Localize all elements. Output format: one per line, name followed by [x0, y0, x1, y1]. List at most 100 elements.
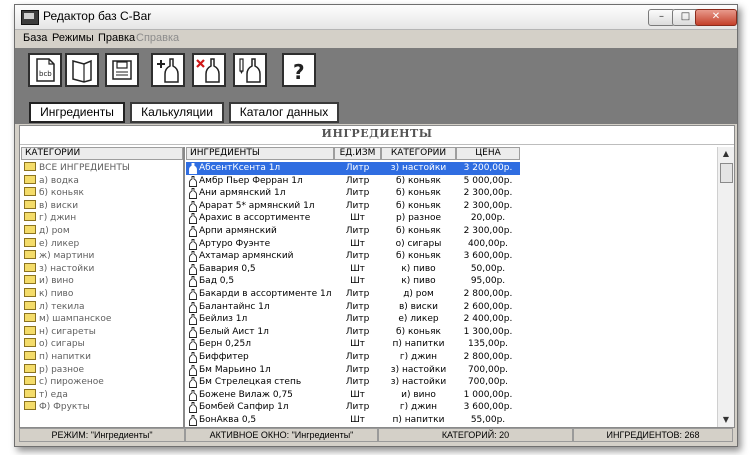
- col-header-category[interactable]: КАТЕГОРИИ: [381, 147, 456, 160]
- category-item[interactable]: ж) мартини: [24, 250, 94, 263]
- table-row[interactable]: Ани армянский 1л Литр б) коньяк 2 300,00р.: [186, 187, 520, 200]
- table-row[interactable]: БонАква 0,5 Шт п) напитки 55,00р.: [186, 414, 520, 427]
- folder-icon: [24, 325, 36, 335]
- open-bcb-button[interactable]: bcb: [28, 53, 62, 87]
- category-item[interactable]: е) ликер: [24, 237, 79, 251]
- table-row[interactable]: Арахис в ассортименте Шт р) разное 20,00р.: [186, 212, 520, 225]
- table-scrollbar[interactable]: ▲ ▼: [717, 147, 734, 427]
- bottle-icon: [189, 402, 197, 414]
- category-item[interactable]: д) ром: [24, 225, 70, 238]
- cell-category: в) виски: [398, 301, 439, 312]
- cell-unit: Шт: [350, 213, 365, 224]
- table-row[interactable]: Бм Марьино 1л Литр з) настойки 700,00р.: [186, 364, 520, 377]
- col-header-price[interactable]: ЦЕНА: [456, 147, 520, 160]
- table-row[interactable]: Боженe Вилаж 0,75 Шт и) вино 1 000,00р.: [186, 389, 520, 402]
- svg-text:?: ?: [293, 60, 305, 84]
- category-item[interactable]: з) настойки: [24, 262, 94, 276]
- cell-unit: Литр: [345, 364, 370, 375]
- menu-help[interactable]: Справка: [136, 32, 179, 44]
- table-row[interactable]: Бм Стрелецкая степь Литр з) настойки 700,00…: [186, 376, 520, 389]
- cell-price: 700,00р.: [467, 377, 509, 388]
- add-ingredient-button[interactable]: [151, 53, 185, 87]
- category-label: а) водка: [39, 175, 79, 186]
- bcb-file-icon: bcb: [36, 58, 55, 82]
- category-item[interactable]: т) еда: [24, 388, 68, 402]
- category-item[interactable]: Ф) Фрукты: [24, 401, 90, 414]
- cell-unit: Литр: [345, 314, 370, 325]
- close-button[interactable]: ✕: [695, 9, 737, 26]
- category-item[interactable]: п) напитки: [24, 351, 91, 364]
- cell-unit: Литр: [345, 377, 370, 388]
- scroll-down-icon[interactable]: ▼: [718, 413, 734, 427]
- delete-ingredient-button[interactable]: [192, 53, 226, 87]
- category-item[interactable]: в) виски: [24, 199, 78, 213]
- table-row[interactable]: Амбр Пьер Ферран 1л Литр б) коньяк 5 000,00…: [186, 175, 520, 188]
- folder-icon: [24, 262, 36, 272]
- edit-ingredient-button[interactable]: [233, 53, 267, 87]
- cell-ingredient: Ахтамар армянский: [199, 251, 294, 262]
- category-item[interactable]: б) коньяк: [24, 187, 84, 200]
- cell-category: о) сигары: [395, 238, 442, 249]
- category-item[interactable]: ВСЕ ИНГРЕДИЕНТЫ: [24, 162, 130, 175]
- section-title: ИНГРЕДИЕНТЫ: [321, 127, 433, 140]
- table-row[interactable]: Бад 0,5 Шт к) пиво 95,00р.: [186, 275, 520, 288]
- scroll-up-icon[interactable]: ▲: [718, 147, 734, 161]
- cell-unit: Литр: [345, 352, 370, 362]
- tab-data-catalog[interactable]: Каталог данных: [229, 102, 339, 123]
- menu-edit[interactable]: Правка: [98, 32, 135, 44]
- scroll-thumb[interactable]: [720, 163, 733, 183]
- category-item[interactable]: а) водка: [24, 174, 79, 188]
- cell-category: б) коньяк: [396, 200, 441, 211]
- category-item[interactable]: г) джин: [24, 212, 76, 225]
- table-row[interactable]: Бейлиз 1л Литр е) ликер 2 400,00р.: [186, 313, 520, 326]
- bottle-icon: [189, 389, 197, 401]
- open-book-button[interactable]: [65, 53, 99, 87]
- table-row[interactable]: Бакарди в ассортименте 1л Литр д) ром 2 800…: [186, 288, 520, 301]
- table-row[interactable]: Бавария 0,5 Шт к) пиво 50,00р.: [186, 263, 520, 276]
- category-item[interactable]: р) разное: [24, 363, 84, 377]
- save-button[interactable]: [105, 53, 139, 87]
- bottle-icon: [189, 175, 197, 187]
- table-row[interactable]: Белый Аист 1л Литр б) коньяк 1 300,00р.: [186, 326, 520, 339]
- tab-ingredients[interactable]: Ингредиенты: [29, 102, 125, 123]
- bottle-icon: [189, 314, 197, 326]
- category-label: т) еда: [39, 389, 68, 400]
- table-row[interactable]: Бомбей Сапфир 1л Литр г) джин 3 600,00р.: [186, 401, 520, 414]
- category-item[interactable]: л) текила: [24, 300, 84, 314]
- category-item[interactable]: и) вино: [24, 275, 74, 288]
- table-row[interactable]: Балантайнс 1л Литр в) виски 2 600,00р.: [186, 301, 520, 314]
- cell-category: б) коньяк: [396, 226, 441, 236]
- title-bar[interactable]: Редактор баз C-Bar – □ ✕: [15, 5, 737, 30]
- cell-price: 3 200,00р.: [463, 163, 513, 173]
- menu-modes[interactable]: Режимы: [52, 32, 94, 44]
- col-header-unit[interactable]: ЕД.ИЗМ: [334, 147, 381, 160]
- col-header-ingredients[interactable]: ИНГРЕДИЕНТЫ: [186, 147, 334, 160]
- category-label: ж) мартини: [39, 251, 95, 262]
- category-item[interactable]: к) пиво: [24, 288, 73, 301]
- category-item[interactable]: н) сигареты: [24, 325, 96, 339]
- category-label: м) шампанское: [39, 314, 112, 325]
- table-row[interactable]: Биффитер Литр г) джин 2 800,00р.: [186, 351, 520, 364]
- tab-calculations[interactable]: Калькуляции: [130, 102, 224, 123]
- help-button[interactable]: ?: [282, 53, 316, 87]
- pane-divider[interactable]: [183, 147, 185, 427]
- table-row[interactable]: Ахтамар армянский Литр б) коньяк 3 600,00р.: [186, 250, 520, 263]
- category-item[interactable]: о) сигары: [24, 338, 85, 351]
- edit-bottle-icon: [239, 58, 261, 83]
- delete-bottle-icon: [196, 58, 220, 83]
- category-item[interactable]: м) шампанское: [24, 313, 111, 326]
- menu-baza[interactable]: База: [23, 32, 47, 44]
- table-row[interactable]: Арпи армянский Литр б) коньяк 2 300,00р.: [186, 225, 520, 238]
- cell-unit: Литр: [345, 402, 370, 413]
- table-row[interactable]: Берн 0,25л Шт п) напитки 135,00р.: [186, 338, 520, 351]
- status-mode: РЕЖИМ: "Ингредиенты": [19, 428, 185, 442]
- category-item[interactable]: с) пироженое: [24, 376, 104, 389]
- category-label: ВСЕ ИНГРЕДИЕНТЫ: [39, 163, 130, 173]
- minimize-button[interactable]: –: [648, 9, 675, 26]
- cell-ingredient: Арпи армянский: [199, 226, 277, 236]
- cell-unit: Шт: [350, 389, 365, 400]
- folder-icon: [24, 351, 36, 360]
- table-row[interactable]: Арарат 5* армянский 1л Литр б) коньяк 2 300…: [186, 200, 520, 213]
- table-row[interactable]: АбсентКсента 1л Литр з) настойки 3 200,00р.: [186, 162, 520, 175]
- table-row[interactable]: Артуро Фуэнте Шт о) сигары 400,00р.: [186, 238, 520, 251]
